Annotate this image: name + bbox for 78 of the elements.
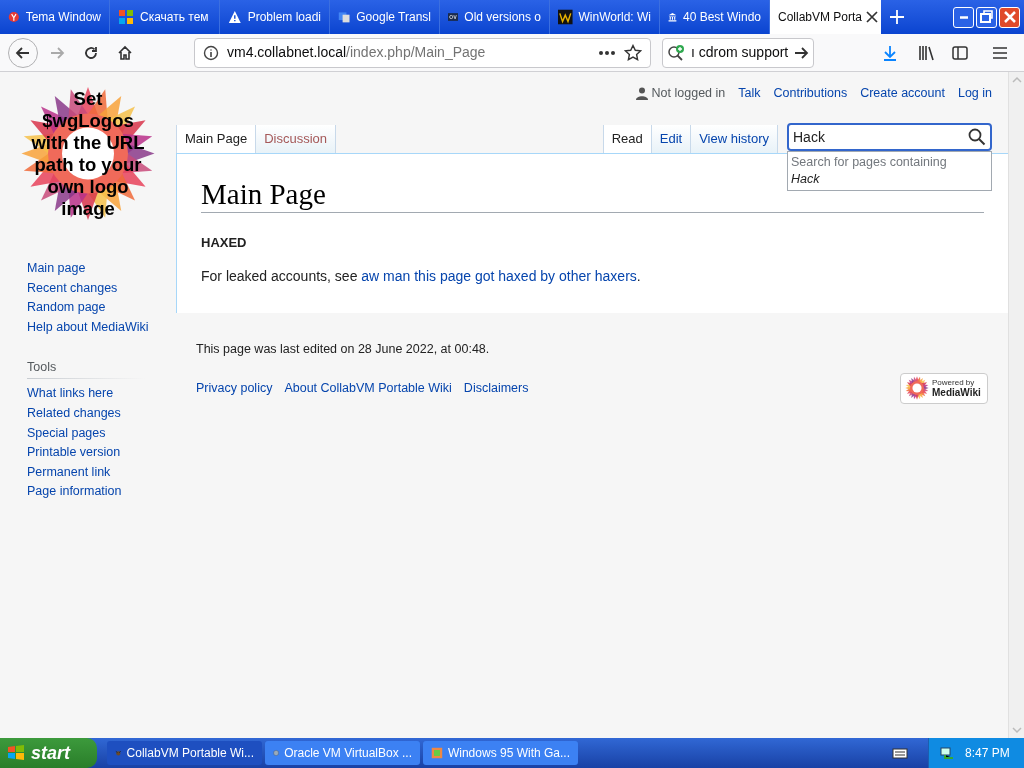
favicon-icon	[558, 9, 573, 25]
page-tab[interactable]: Read	[602, 125, 652, 153]
windows-flag-icon	[6, 743, 26, 763]
suggestion-text: Search for pages containing	[791, 154, 948, 171]
flower-icon	[905, 376, 929, 401]
search-text: ı cdrom support	[691, 43, 789, 62]
restore-icon	[977, 8, 996, 26]
start-button[interactable]: start	[0, 738, 97, 768]
sidebar-link[interactable]: What links here	[27, 384, 114, 404]
forward-arrow-icon	[49, 44, 65, 61]
login-status: Not logged in	[651, 84, 726, 102]
search-suggestion[interactable]: Search for pages containing Hack	[787, 151, 992, 191]
user-icon	[635, 86, 648, 100]
browser-tab[interactable]: CollabVM Porta	[770, 0, 881, 34]
bookmark-star-icon[interactable]	[624, 43, 642, 62]
favicon-icon	[338, 9, 351, 25]
search-icon[interactable]	[968, 128, 986, 146]
clock: 8:47 PM	[965, 745, 1010, 762]
more-icon[interactable]	[598, 49, 616, 56]
favicon-icon	[228, 9, 242, 25]
footer-link[interactable]: Disclaimers	[463, 378, 529, 398]
reload-icon	[83, 44, 99, 61]
portlet-heading: Tools	[27, 359, 58, 376]
page-tab[interactable]: Main Page	[176, 125, 257, 153]
url-text: vm4.collabnet.local/index.php/Main_Page	[227, 43, 487, 62]
search-field[interactable]: ı cdrom support	[662, 37, 814, 68]
page-title: Main Page	[201, 177, 326, 212]
home-icon	[117, 44, 133, 61]
badge-text: Powered by	[932, 378, 976, 388]
sidebar-link[interactable]: Permanent link	[27, 462, 111, 483]
favicon-icon	[8, 9, 20, 25]
personal-link[interactable]: Create account	[860, 83, 945, 103]
badge-text: MediaWiki	[932, 388, 981, 399]
download-icon[interactable]	[882, 44, 898, 61]
sidebar-link[interactable]: Random page	[27, 298, 106, 318]
restore-button[interactable]	[976, 6, 997, 28]
close-button[interactable]	[999, 6, 1020, 28]
search-add-icon	[667, 43, 687, 62]
taskbar-button[interactable]: CollabVM Portable Wi...	[107, 741, 262, 765]
library-icon[interactable]	[918, 44, 936, 61]
sidebar-link[interactable]: Main page	[27, 259, 86, 279]
keyboard-icon[interactable]	[892, 747, 908, 759]
app-icon	[431, 745, 443, 761]
page-tab[interactable]: Discussion	[256, 125, 336, 153]
article-link[interactable]: aw man this page got haxed by other haxers	[361, 267, 637, 284]
sidebar-link[interactable]: Page information	[27, 482, 122, 502]
page-tab[interactable]: Edit	[651, 125, 692, 153]
sidebar-link[interactable]: Recent changes	[27, 278, 118, 299]
sidebar-link[interactable]: Printable version	[27, 443, 121, 463]
section-heading: HAXED	[201, 234, 248, 252]
network-icon[interactable]	[939, 745, 955, 761]
close-tab-icon[interactable]	[866, 11, 879, 23]
sidebar-icon[interactable]	[952, 44, 968, 61]
sidebar-link[interactable]: Special pages	[27, 423, 106, 444]
go-arrow-icon[interactable]	[793, 44, 809, 61]
footer-link[interactable]: About CollabVM Portable Wiki	[284, 378, 452, 398]
sidebar-link[interactable]: Help about MediaWiki	[27, 317, 149, 338]
personal-link[interactable]: Log in	[957, 83, 992, 103]
minimize-button[interactable]	[953, 6, 974, 28]
back-arrow-icon	[15, 44, 31, 61]
url-field[interactable]: vm4.collabnet.local/index.php/Main_Page	[194, 37, 651, 68]
suggestion-term: Hack	[791, 171, 821, 188]
wiki-search-field[interactable]: Hack	[787, 123, 992, 151]
info-icon	[203, 44, 219, 61]
search-query: Hack	[793, 127, 826, 147]
powered-by-badge[interactable]: Powered by MediaWiki	[900, 372, 988, 404]
sidebar-link[interactable]: Related changes	[27, 403, 121, 424]
personal-link[interactable]: Talk	[738, 83, 761, 103]
paragraph: For leaked accounts, see aw man this page got haxed by other haxers.	[201, 266, 642, 286]
menu-icon[interactable]	[992, 45, 1008, 60]
minimize-icon	[959, 15, 968, 19]
page-tab[interactable]: View history	[691, 125, 778, 153]
footer-link[interactable]: Privacy policy	[196, 378, 273, 398]
taskbar-button[interactable]: Windows 95 With Ga...	[423, 741, 578, 765]
personal-link[interactable]: Contributions	[773, 83, 848, 103]
favicon-icon	[118, 9, 134, 25]
taskbar-button[interactable]: Oracle VM VirtualBox ...	[265, 741, 420, 765]
last-edited-text: This page was last edited on 28 June 2022, at 00:48.	[196, 341, 491, 358]
